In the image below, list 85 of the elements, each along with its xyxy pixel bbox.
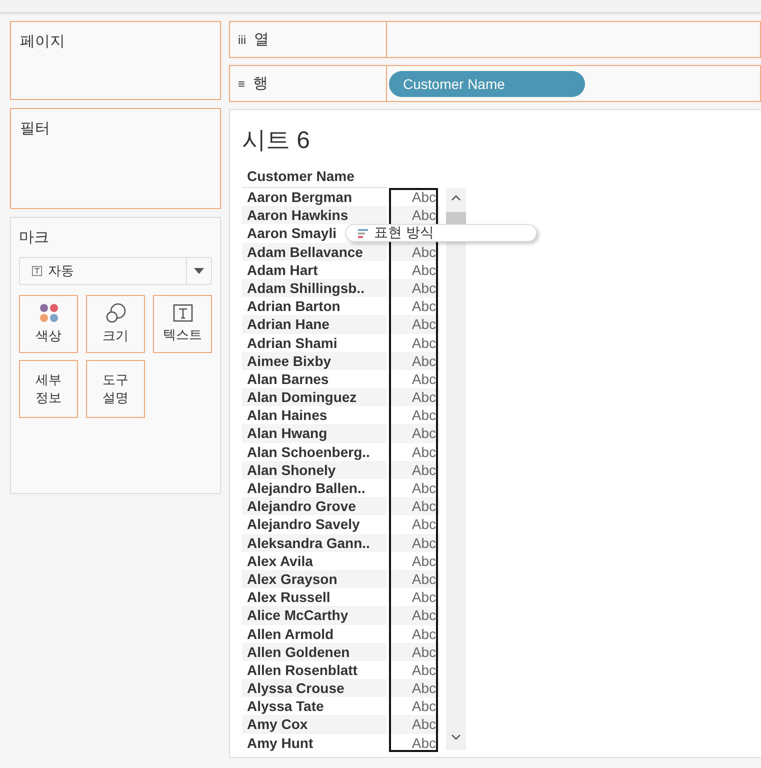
- mark-type-dropdown[interactable]: 자동: [19, 257, 212, 285]
- customer-name-cell: Aaron Bergman: [247, 189, 352, 205]
- customer-name-cell: Alex Avila: [247, 552, 313, 569]
- value-cell: Abc: [412, 244, 436, 260]
- value-cell: Abc: [412, 626, 436, 642]
- value-cell: Abc: [412, 534, 436, 551]
- customer-name-cell: Allen Goldenen: [247, 644, 350, 660]
- customer-name-cell: Alex Grayson: [247, 570, 338, 587]
- value-cell: Abc: [412, 407, 436, 424]
- rows-icon: ≡: [238, 76, 246, 90]
- value-cell: Abc: [412, 589, 436, 606]
- filters-shelf-label: 필터: [20, 120, 50, 137]
- value-cell: Abc: [412, 462, 436, 478]
- customer-name-cell: Allen Rosenblatt: [247, 662, 358, 678]
- value-cell: Abc: [412, 552, 436, 569]
- customer-name-cell: Alex Russell: [247, 589, 330, 606]
- columns-shelf-label: 열: [254, 30, 269, 49]
- customer-name-cell: Alan Schoenberg..: [247, 444, 370, 460]
- customer-name-cell: Amy Hunt: [247, 734, 314, 751]
- columns-icon: iii: [238, 32, 246, 46]
- value-cell: Abc: [412, 734, 436, 751]
- value-cell: Abc: [412, 425, 436, 442]
- value-cell: Abc: [412, 516, 436, 532]
- customer-name-cell: Allen Armold: [247, 626, 334, 642]
- customer-name-cell: Aleksandra Gann..: [247, 534, 370, 551]
- caret-icon: [194, 268, 204, 274]
- tooltip-label: 표현 방식: [374, 224, 434, 242]
- customer-name-cell: Adrian Hane: [247, 316, 330, 332]
- scroll-up-icon: [451, 195, 461, 201]
- value-cell: Abc: [412, 480, 436, 496]
- value-cell: Abc: [412, 570, 436, 587]
- value-cell: Abc: [412, 644, 436, 660]
- value-cell: Abc: [412, 370, 436, 387]
- value-cell: Abc: [412, 334, 436, 350]
- value-cell: Abc: [412, 680, 436, 696]
- text-mark-icon: [32, 266, 42, 276]
- customer-name-cell: Alan Haines: [247, 407, 328, 424]
- value-cell: Abc: [412, 316, 436, 332]
- value-cell: Abc: [412, 189, 436, 205]
- text-mark-icon: [172, 304, 192, 322]
- customer-name-cell: Alejandro Grove: [247, 498, 356, 514]
- customer-name-cell: Alan Barnes: [247, 370, 329, 387]
- customer-name-cell: Aaron Smayli: [247, 225, 336, 242]
- customer-name-cell: Alan Hwang: [247, 425, 328, 442]
- value-cell: Abc: [412, 262, 436, 278]
- customer-name-cell: Adam Shillingsb..: [247, 280, 364, 296]
- customer-name-cell: Aaron Hawkins: [247, 207, 348, 224]
- mark-property-button[interactable]: 색상: [19, 295, 78, 353]
- customer-name-cell: Alejandro Savely: [247, 516, 360, 532]
- customer-name-cell: Alice McCarthy: [247, 607, 348, 624]
- mark-property-button[interactable]: 크기: [86, 295, 145, 353]
- mark-property-button[interactable]: 텍스트: [153, 295, 212, 353]
- customer-name-cell: Adam Hart: [247, 262, 318, 278]
- value-cell: Abc: [412, 716, 436, 732]
- value-cell: Abc: [412, 352, 436, 369]
- value-cell: Abc: [412, 444, 436, 460]
- value-cell: Abc: [412, 280, 436, 296]
- value-cell: Abc: [412, 389, 436, 406]
- value-cell: Abc: [412, 298, 436, 314]
- color-dots-icon: [38, 303, 58, 324]
- bars-icon: [358, 228, 368, 238]
- customer-name-cell: Alyssa Tate: [247, 698, 324, 714]
- marks-label: 마크: [19, 228, 50, 247]
- value-cell: Abc: [412, 498, 436, 514]
- value-cell: Abc: [412, 662, 436, 678]
- value-cell: Abc: [412, 698, 436, 714]
- customer-name-cell: Alyssa Crouse: [247, 680, 344, 696]
- rows-shelf-label: 행: [253, 74, 268, 93]
- customer-name-cell: Adrian Shami: [247, 334, 338, 350]
- customer-name-cell: Aimee Bixby: [247, 352, 332, 369]
- customer-name-cell: Alejandro Ballen..: [247, 480, 366, 496]
- size-circles-icon: [106, 303, 126, 324]
- value-cell: Abc: [412, 607, 436, 624]
- scroll-down-icon: [451, 734, 461, 740]
- customer-name-cell: Amy Cox: [247, 716, 308, 732]
- mark-property-button[interactable]: 세부 정보: [19, 360, 78, 418]
- customer-name-cell: Adrian Barton: [247, 298, 340, 314]
- customer-name-cell: Adam Bellavance: [247, 244, 363, 260]
- sheet-title: 시트 6: [242, 126, 312, 156]
- customer-name-cell: Alan Dominguez: [247, 389, 357, 406]
- customer-name-cell: Alan Shonely: [247, 462, 336, 478]
- mark-property-button[interactable]: 도구 설명: [86, 360, 145, 418]
- scrollbar[interactable]: [446, 188, 466, 750]
- value-cell: Abc: [412, 207, 436, 224]
- pages-shelf-label: 페이지: [20, 33, 65, 50]
